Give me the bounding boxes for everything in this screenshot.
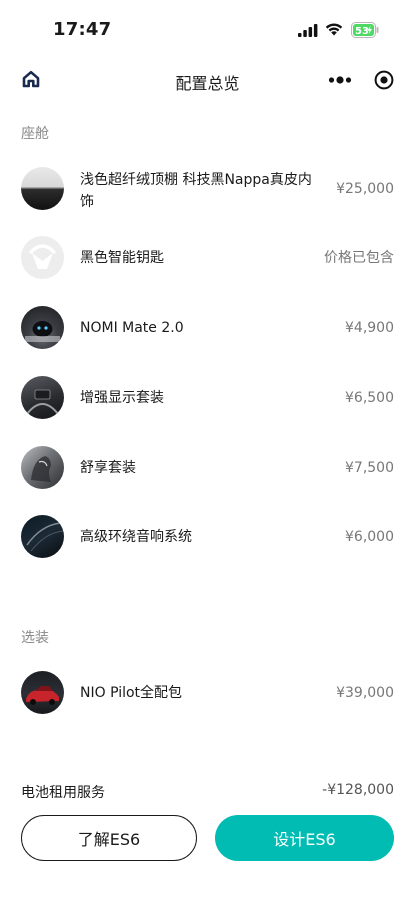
status-bar: 17:47 53 (0, 0, 415, 58)
seat-icon (21, 446, 64, 489)
list-item[interactable]: 浅色超纤绒顶棚 科技黑Nappa真皮内饰 ¥25,000 (0, 159, 415, 219)
item-name: 增强显示套装 (80, 390, 164, 406)
learn-es6-button[interactable]: 了解ES6 (21, 815, 197, 861)
list-item[interactable]: NIO Pilot全配包 ¥39,000 (0, 663, 415, 723)
item-name: NIO Pilot全配包 (80, 685, 183, 701)
nav-bar: 配置总览 (0, 58, 415, 104)
item-price: ¥7,500 (345, 460, 394, 476)
list-item[interactable]: NOMI Mate 2.0 ¥4,900 (0, 298, 415, 358)
item-name: 黑色智能钥匙 (80, 250, 164, 266)
speaker-trim-icon (21, 515, 64, 558)
battery-rental-label: 电池租用服务 (21, 785, 105, 801)
battery-rental-row: 电池租用服务 -¥128,000 (0, 782, 415, 806)
section-label-cabin: 座舱 (21, 126, 49, 142)
list-item[interactable]: 舒享套装 ¥7,500 (0, 438, 415, 498)
section-label-options: 选装 (21, 630, 49, 646)
status-time: 17:47 (53, 19, 112, 40)
list-item[interactable]: 高级环绕音响系统 ¥6,000 (0, 507, 415, 567)
battery-icon: 53 (351, 22, 379, 38)
list-item[interactable]: 黑色智能钥匙 价格已包含 (0, 228, 415, 288)
mini-program-capsule (318, 64, 408, 96)
item-name: 浅色超纤绒顶棚 科技黑Nappa真皮内饰 (80, 172, 312, 210)
headliner-swatch-icon (21, 167, 64, 210)
config-overview-page: 17:47 53 配置总览 座舱 浅色超纤绒顶棚 科技黑Nappa真皮内饰 ¥2… (0, 0, 415, 900)
cellular-signal-icon (298, 24, 318, 37)
close-target-icon[interactable] (374, 70, 394, 90)
item-price: ¥39,000 (336, 685, 394, 701)
item-price: ¥6,000 (345, 529, 394, 545)
wifi-icon (325, 23, 343, 36)
item-name: NOMI Mate 2.0 (80, 320, 184, 336)
item-price: ¥6,500 (345, 390, 394, 406)
item-name: 舒享套装 (80, 460, 136, 476)
nio-logo-icon (21, 236, 64, 279)
item-price: ¥4,900 (345, 320, 394, 336)
battery-rental-price: -¥128,000 (322, 782, 394, 798)
more-icon[interactable] (328, 73, 352, 87)
design-es6-button[interactable]: 设计ES6 (215, 815, 394, 861)
item-price: 价格已包含 (324, 250, 394, 266)
list-item[interactable]: 增强显示套装 ¥6,500 (0, 368, 415, 428)
item-price: ¥25,000 (336, 181, 394, 197)
display-cluster-icon (21, 376, 64, 419)
nomi-robot-icon (21, 306, 64, 349)
red-car-icon (21, 671, 64, 714)
item-name: 高级环绕音响系统 (80, 529, 192, 545)
battery-level: 53 (355, 26, 369, 37)
